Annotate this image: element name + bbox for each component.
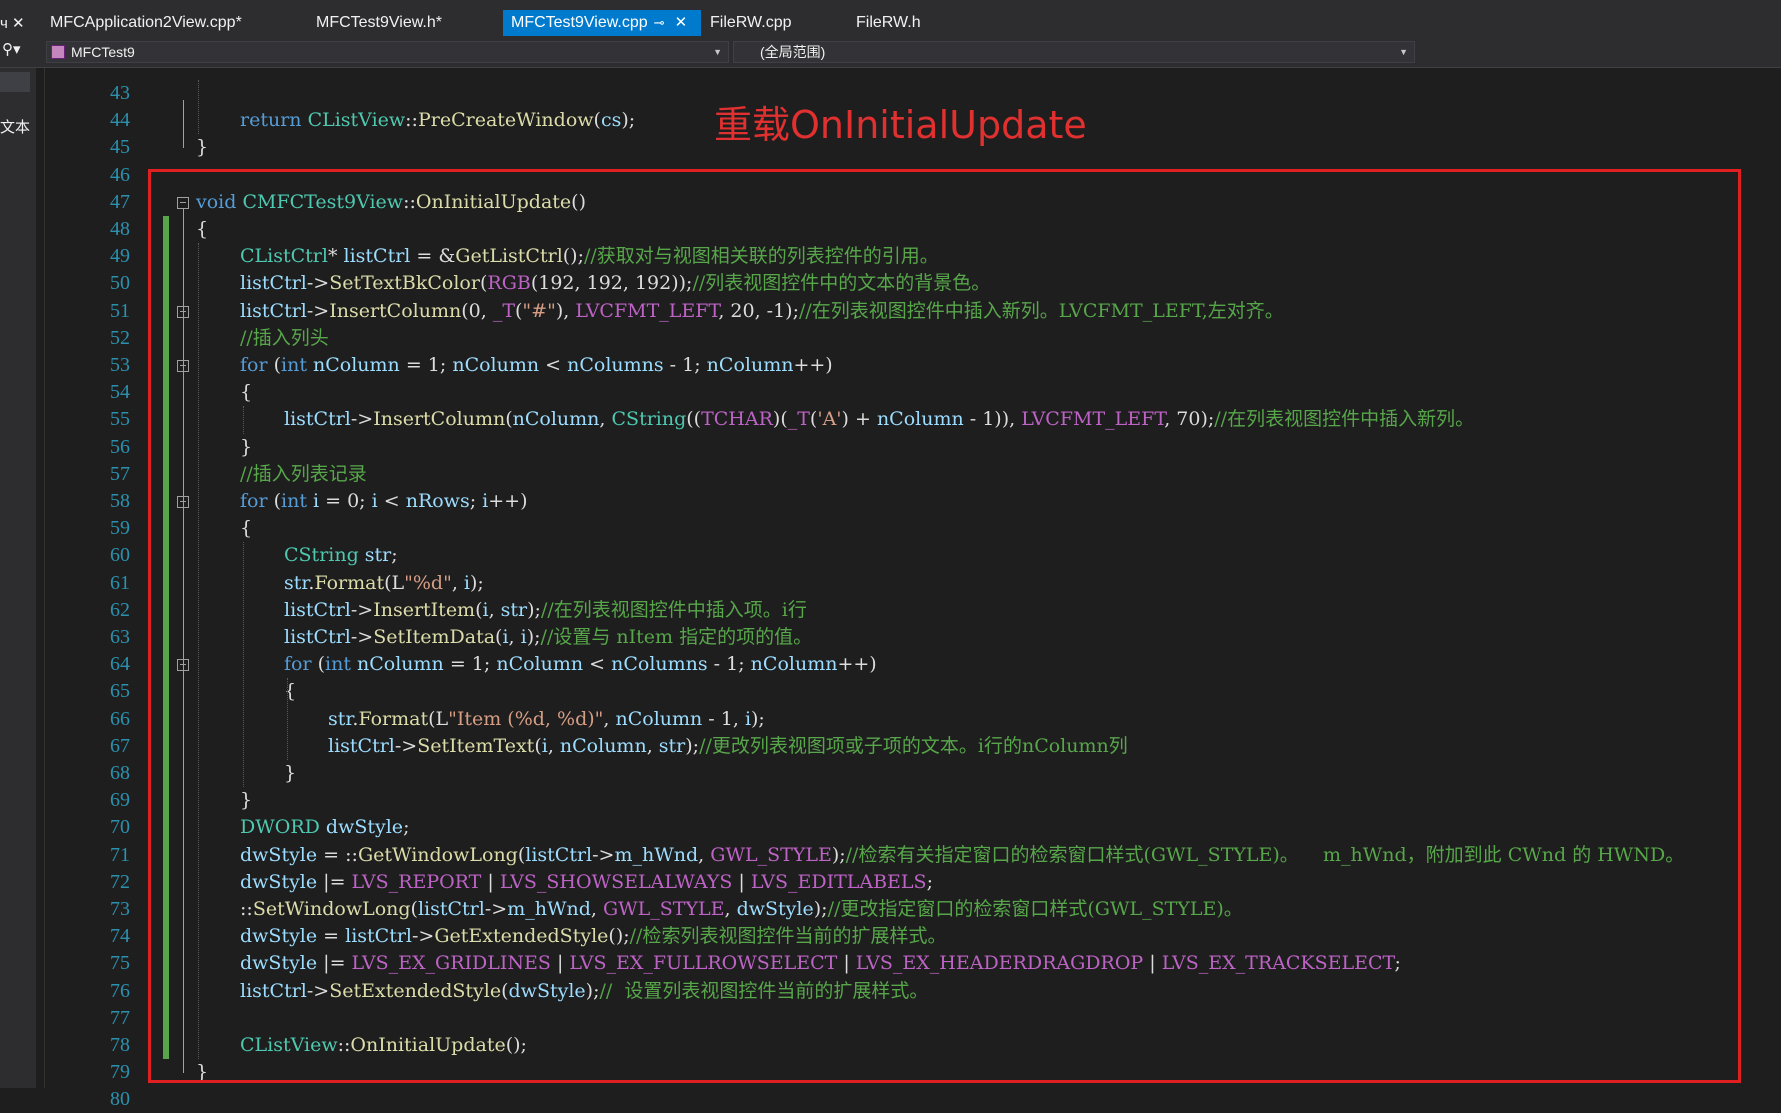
document-tab-bar: ч ✕ MFCApplication2View.cpp* MFCTest9Vie… bbox=[0, 0, 1781, 36]
line-number: 72 bbox=[110, 870, 130, 893]
tab-label: MFCTest9View.cpp bbox=[511, 14, 648, 31]
line-number: 80 bbox=[110, 1088, 130, 1111]
line-number: 73 bbox=[110, 898, 130, 920]
close-icon[interactable]: ✕ bbox=[675, 14, 688, 31]
line-number: 74 bbox=[110, 925, 130, 948]
line-number: 79 bbox=[110, 1061, 130, 1084]
annotation-text: 重载OnInitialUpdate bbox=[714, 103, 1087, 147]
code-text: return CListView::PreCreateWindow(cs); bbox=[240, 107, 635, 134]
line-number: 43 bbox=[110, 82, 130, 104]
line-number: 54 bbox=[110, 381, 130, 404]
line-number: 44 bbox=[110, 109, 130, 132]
line-number: 68 bbox=[110, 762, 130, 784]
pin-icon[interactable]: ⊸ bbox=[654, 15, 665, 30]
tab-mfcapplication2view-cpp[interactable]: MFCApplication2View.cpp* bbox=[42, 10, 250, 36]
pin-label[interactable]: ч bbox=[0, 0, 8, 36]
scope-name: (全局范围) bbox=[760, 44, 826, 60]
line-number: 63 bbox=[110, 626, 130, 648]
tab-label: MFCApplication2View.cpp* bbox=[50, 14, 242, 31]
line-number: 48 bbox=[110, 218, 130, 240]
line-number: 46 bbox=[110, 163, 130, 186]
tab-label: MFCTest9View.h* bbox=[316, 14, 442, 31]
line-number: 77 bbox=[110, 1006, 130, 1029]
code-token: CListView bbox=[307, 109, 406, 132]
search-icon[interactable]: ⚲▾ bbox=[2, 40, 21, 58]
navigation-bar: ⚲▾ MFCTest9 ▼ (全局范围) ▼ bbox=[0, 36, 1781, 68]
line-number: 45 bbox=[110, 136, 130, 159]
line-number: 67 bbox=[110, 734, 130, 757]
code-line[interactable]: 80 bbox=[0, 1086, 1781, 1113]
close-icon[interactable]: ✕ bbox=[12, 0, 25, 36]
line-number: 64 bbox=[110, 653, 130, 676]
line-number: 58 bbox=[110, 490, 130, 512]
project-name: MFCTest9 bbox=[71, 44, 135, 60]
line-number: 65 bbox=[110, 680, 130, 703]
scope-combo[interactable]: (全局范围) ▼ bbox=[733, 41, 1415, 63]
project-combo[interactable]: MFCTest9 ▼ bbox=[46, 41, 729, 63]
tab-label: FileRW.cpp bbox=[710, 14, 792, 31]
tab-filerw-cpp[interactable]: FileRW.cpp bbox=[702, 10, 800, 36]
line-number: 55 bbox=[110, 408, 130, 431]
line-number: 59 bbox=[110, 517, 130, 540]
code-token: return bbox=[240, 109, 308, 132]
fold-scope-line bbox=[183, 100, 184, 149]
line-number: 66 bbox=[110, 707, 130, 730]
line-number: 57 bbox=[110, 462, 130, 485]
line-number: 70 bbox=[110, 816, 130, 839]
code-token: } bbox=[196, 136, 209, 159]
tab-label: FileRW.h bbox=[856, 14, 921, 31]
code-token: cs bbox=[600, 109, 622, 132]
line-number: 49 bbox=[110, 245, 130, 268]
line-number: 53 bbox=[110, 354, 130, 376]
chevron-down-icon: ▼ bbox=[1399, 47, 1408, 57]
line-number: 62 bbox=[110, 598, 130, 621]
line-number: 71 bbox=[110, 843, 130, 866]
line-number: 52 bbox=[110, 326, 130, 349]
line-number: 61 bbox=[110, 571, 130, 594]
tab-mfctest9view-h[interactable]: MFCTest9View.h* bbox=[308, 10, 450, 36]
code-token: ); bbox=[621, 109, 636, 132]
chevron-down-icon: ▼ bbox=[713, 47, 722, 57]
indent-guide bbox=[198, 80, 199, 135]
line-number: 76 bbox=[110, 979, 130, 1002]
line-number: 51 bbox=[110, 299, 130, 322]
line-number: 69 bbox=[110, 789, 130, 812]
code-token: PreCreateWindow bbox=[417, 109, 594, 132]
line-number: 60 bbox=[110, 544, 130, 567]
highlight-box bbox=[148, 169, 1741, 1083]
line-number: 50 bbox=[110, 272, 130, 295]
code-token: ( bbox=[593, 109, 601, 132]
tab-mfctest9view-cpp[interactable]: MFCTest9View.cpp ⊸ ✕ bbox=[503, 10, 701, 36]
line-number: 47 bbox=[110, 190, 130, 213]
line-number: 78 bbox=[110, 1034, 130, 1056]
code-token: :: bbox=[405, 109, 418, 132]
code-text: } bbox=[196, 134, 208, 161]
tab-filerw-h[interactable]: FileRW.h bbox=[848, 10, 929, 36]
line-number: 56 bbox=[110, 435, 130, 458]
line-number: 75 bbox=[110, 952, 130, 975]
project-icon bbox=[51, 45, 65, 59]
